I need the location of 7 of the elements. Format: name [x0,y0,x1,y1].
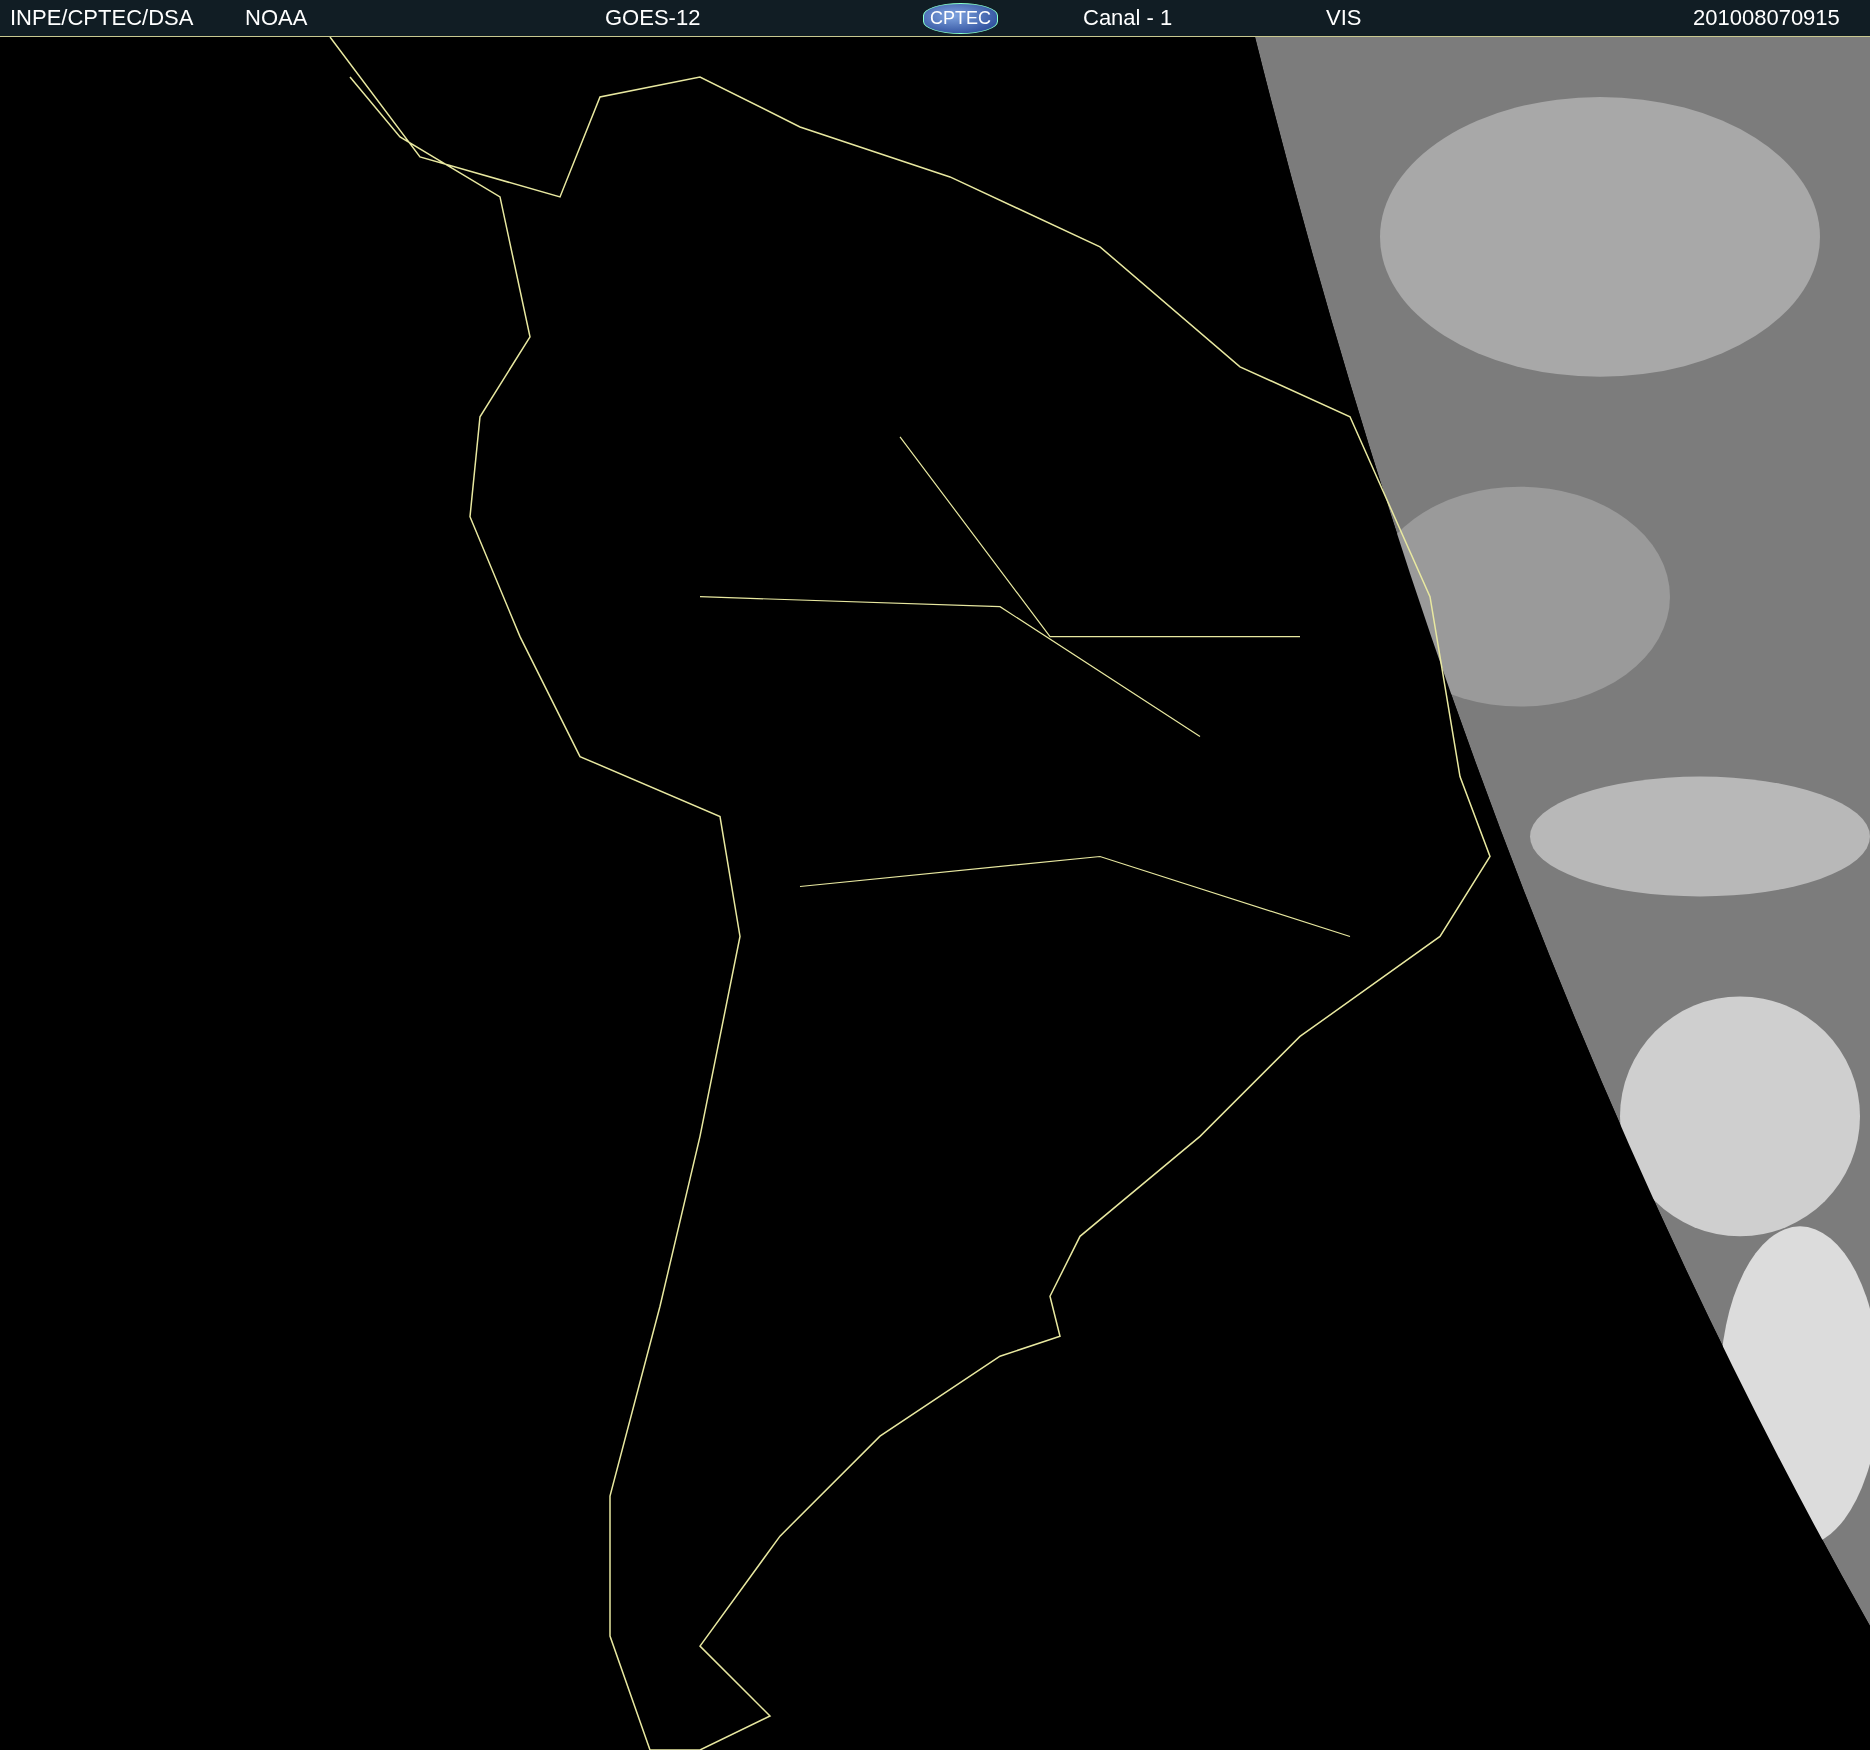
header-label: INPE/CPTEC/DSA [10,5,194,31]
header-label: NOAA [245,5,308,31]
header-label: Canal - 1 [1083,5,1173,31]
header-label: 201008070915 [1693,5,1840,31]
header-label: GOES-12 [605,5,701,31]
header-label: VIS [1326,5,1362,31]
logo: CPTEC [923,2,998,34]
